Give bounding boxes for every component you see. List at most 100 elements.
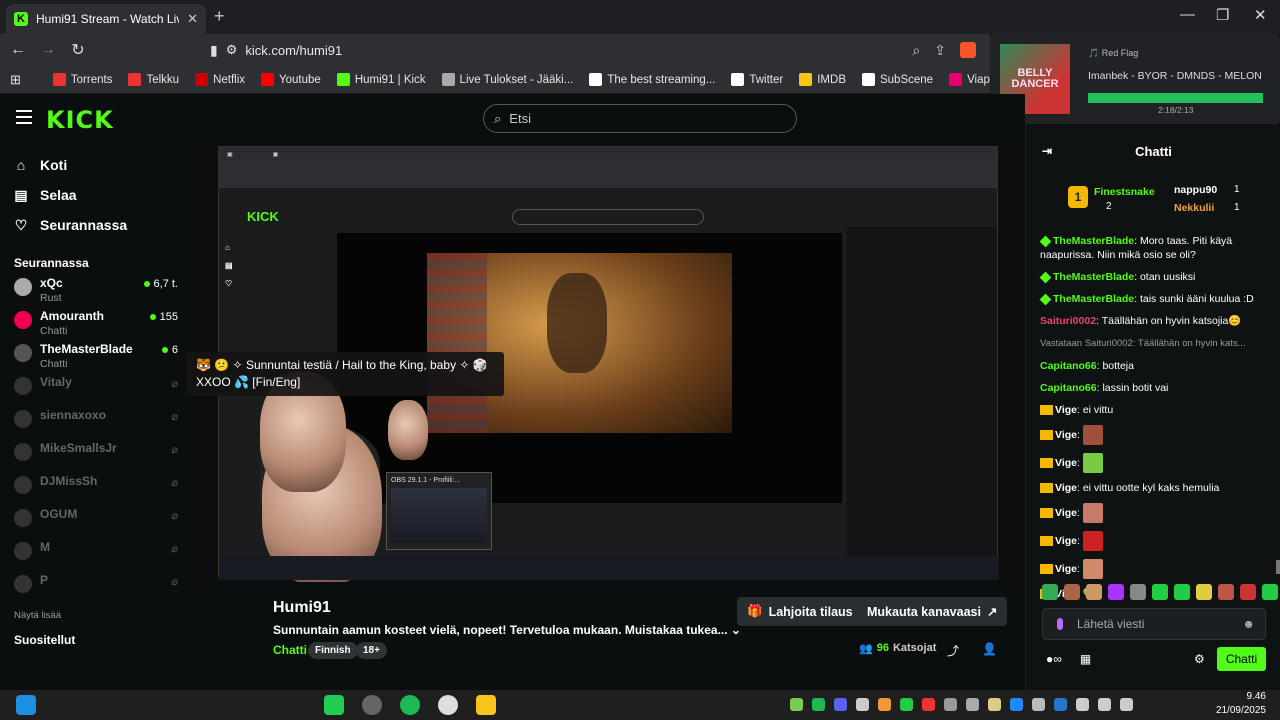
app-icon[interactable] xyxy=(362,695,382,715)
xbox-icon[interactable] xyxy=(438,695,458,715)
leader-name[interactable]: Finestsnake xyxy=(1094,186,1155,198)
donate-sub-button[interactable]: 🎁 Lahjoita tilaus xyxy=(737,597,863,626)
emote[interactable] xyxy=(1262,584,1278,600)
app-icon[interactable] xyxy=(324,695,344,715)
send-chat-button[interactable]: Chatti xyxy=(1217,647,1266,671)
streamer-name[interactable]: Humi91 xyxy=(273,599,331,617)
chat-username[interactable]: Capitano66 xyxy=(1040,382,1097,394)
followed-channel[interactable]: TheMasterBlade Chatti 6 xyxy=(0,342,192,375)
tray-icon[interactable] xyxy=(900,698,913,711)
minimize-icon[interactable]: — xyxy=(1180,6,1195,23)
show-more-link[interactable]: Näytä lisää xyxy=(14,610,192,621)
chat-username[interactable]: TheMasterBlade xyxy=(1053,293,1134,305)
emote[interactable] xyxy=(1218,584,1234,600)
bookmark-item[interactable]: The best streaming... xyxy=(589,73,715,86)
chat-username[interactable]: Vige xyxy=(1055,429,1077,441)
followed-channel[interactable]: Amouranth Chatti 155 xyxy=(0,309,192,342)
brave-shield-icon[interactable] xyxy=(960,42,976,58)
bookmark-item[interactable]: Live Tulokset - Jääki... xyxy=(441,73,573,86)
chat-message[interactable]: TheMasterBlade: tais sunki ääni kuulua :… xyxy=(1039,292,1270,306)
chat-message[interactable]: Capitano66: botteja xyxy=(1040,359,1270,373)
spotify-icon[interactable] xyxy=(400,695,420,715)
chat-username[interactable]: Vige xyxy=(1055,563,1077,575)
tray-icon[interactable] xyxy=(834,698,847,711)
emote[interactable] xyxy=(1196,584,1212,600)
tray-icon[interactable] xyxy=(944,698,957,711)
mic-icon[interactable] xyxy=(1057,618,1063,630)
wifi-icon[interactable] xyxy=(1076,698,1089,711)
tag-badge[interactable]: Finnish xyxy=(308,642,358,659)
emote[interactable] xyxy=(1042,584,1058,600)
site-settings-icon[interactable]: ⚙ xyxy=(226,42,238,58)
chat-message[interactable]: Vige: xyxy=(1040,425,1270,445)
chat-input[interactable]: Lähetä viesti ☻ xyxy=(1042,608,1266,640)
back-icon[interactable]: ← xyxy=(6,41,30,59)
bookmark-icon[interactable]: ▮ xyxy=(210,42,218,59)
bluetooth-icon[interactable] xyxy=(1010,698,1023,711)
emote[interactable] xyxy=(1086,584,1102,600)
collapse-chat-icon[interactable]: ⇥ xyxy=(1042,144,1052,158)
customize-channel-button[interactable]: Mukauta kanavaasi ↗ xyxy=(857,597,1008,626)
followed-channel[interactable]: siennaxoxo ⌀ xyxy=(0,408,192,441)
clock[interactable]: 9.46 21/09/2025 xyxy=(1216,690,1266,718)
tray-icon[interactable] xyxy=(1054,698,1067,711)
media-progress-bar[interactable] xyxy=(1088,93,1263,103)
followed-channel[interactable]: DJMissSh ⌀ xyxy=(0,474,192,507)
bookmark-item[interactable]: Telkku xyxy=(128,73,179,86)
points-icon[interactable]: ●∞ xyxy=(1046,652,1062,666)
emote[interactable] xyxy=(1174,584,1190,600)
leader-name[interactable]: Nekkulii xyxy=(1174,202,1214,214)
search-input[interactable]: ⌕ Etsi xyxy=(483,104,797,133)
chat-username[interactable]: Vige xyxy=(1055,404,1077,416)
bookmark-item[interactable]: IMDB xyxy=(799,73,846,86)
chat-message[interactable]: TheMasterBlade: otan uusiksi xyxy=(1039,270,1270,284)
share-icon[interactable]: ⤴ xyxy=(947,642,959,659)
chat-username[interactable]: Vige xyxy=(1055,457,1077,469)
close-window-icon[interactable]: ✕ xyxy=(1254,6,1267,24)
tray-icon[interactable] xyxy=(790,698,803,711)
chat-username[interactable]: TheMasterBlade xyxy=(1053,235,1134,247)
chat-message[interactable]: Saituri0002: Täällähän on hyvin katsojia… xyxy=(1040,314,1270,328)
leader-name[interactable]: nappu90 xyxy=(1174,184,1217,196)
emote[interactable] xyxy=(1240,584,1256,600)
media-popup[interactable]: BELLY DANCER 🎵 Red Flag Imanbek - BYOR -… xyxy=(990,34,1280,124)
chat-username[interactable]: Vige xyxy=(1055,482,1077,494)
forward-icon[interactable]: → xyxy=(36,41,60,59)
bookmark-item[interactable]: Torrents xyxy=(52,73,112,86)
share-icon[interactable]: ⇪ xyxy=(934,42,946,59)
chat-message[interactable]: Vige: xyxy=(1040,531,1270,551)
chat-message[interactable]: Vige: xyxy=(1040,559,1270,579)
emote[interactable] xyxy=(1108,584,1124,600)
followed-channel[interactable]: OGUM ⌀ xyxy=(0,507,192,540)
tray-icon[interactable] xyxy=(922,698,935,711)
followed-channel[interactable]: MikeSmallsJr ⌀ xyxy=(0,441,192,474)
menu-icon[interactable] xyxy=(16,110,32,128)
chat-settings-icon[interactable]: ⚙ xyxy=(1194,652,1205,666)
tray-icon[interactable] xyxy=(966,698,979,711)
stream-title[interactable]: Sunnuntain aamun kosteet vielä, nopeet! … xyxy=(273,623,741,637)
volume-icon[interactable] xyxy=(1120,698,1133,711)
browser-tab[interactable]: K Humi91 Stream - Watch Live on ✕ xyxy=(6,4,206,34)
chat-message[interactable]: Vige: xyxy=(1040,503,1270,523)
close-tab-icon[interactable]: ✕ xyxy=(187,11,198,27)
chat-username[interactable]: Vige xyxy=(1055,507,1077,519)
tray-icon[interactable] xyxy=(812,698,825,711)
followed-channel[interactable]: xQc Rust 6,7 t. xyxy=(0,276,192,309)
follow-icon[interactable]: 👤 xyxy=(982,642,997,656)
bookmark-item[interactable]: SubScene xyxy=(861,73,933,86)
emote[interactable] xyxy=(1130,584,1146,600)
emote[interactable] xyxy=(1064,584,1080,600)
category-link[interactable]: Chatti xyxy=(273,643,307,657)
nav-browse[interactable]: ▤ Selaa xyxy=(0,180,192,210)
followed-channel[interactable]: P ⌀ xyxy=(0,573,192,606)
chat-username[interactable]: Capitano66 xyxy=(1040,360,1097,372)
nav-home[interactable]: ⌂ Koti xyxy=(0,150,192,180)
tray-icon[interactable] xyxy=(878,698,891,711)
bookmark-item[interactable]: Viaplay xyxy=(949,73,990,86)
store-icon[interactable]: ▦ xyxy=(1080,652,1091,666)
reload-icon[interactable]: ↻ xyxy=(66,40,90,60)
bookmark-item[interactable]: Youtube xyxy=(261,73,321,86)
tag-badge[interactable]: 18+ xyxy=(356,642,387,659)
mic-icon[interactable] xyxy=(1098,698,1111,711)
file-explorer-icon[interactable] xyxy=(476,695,496,715)
